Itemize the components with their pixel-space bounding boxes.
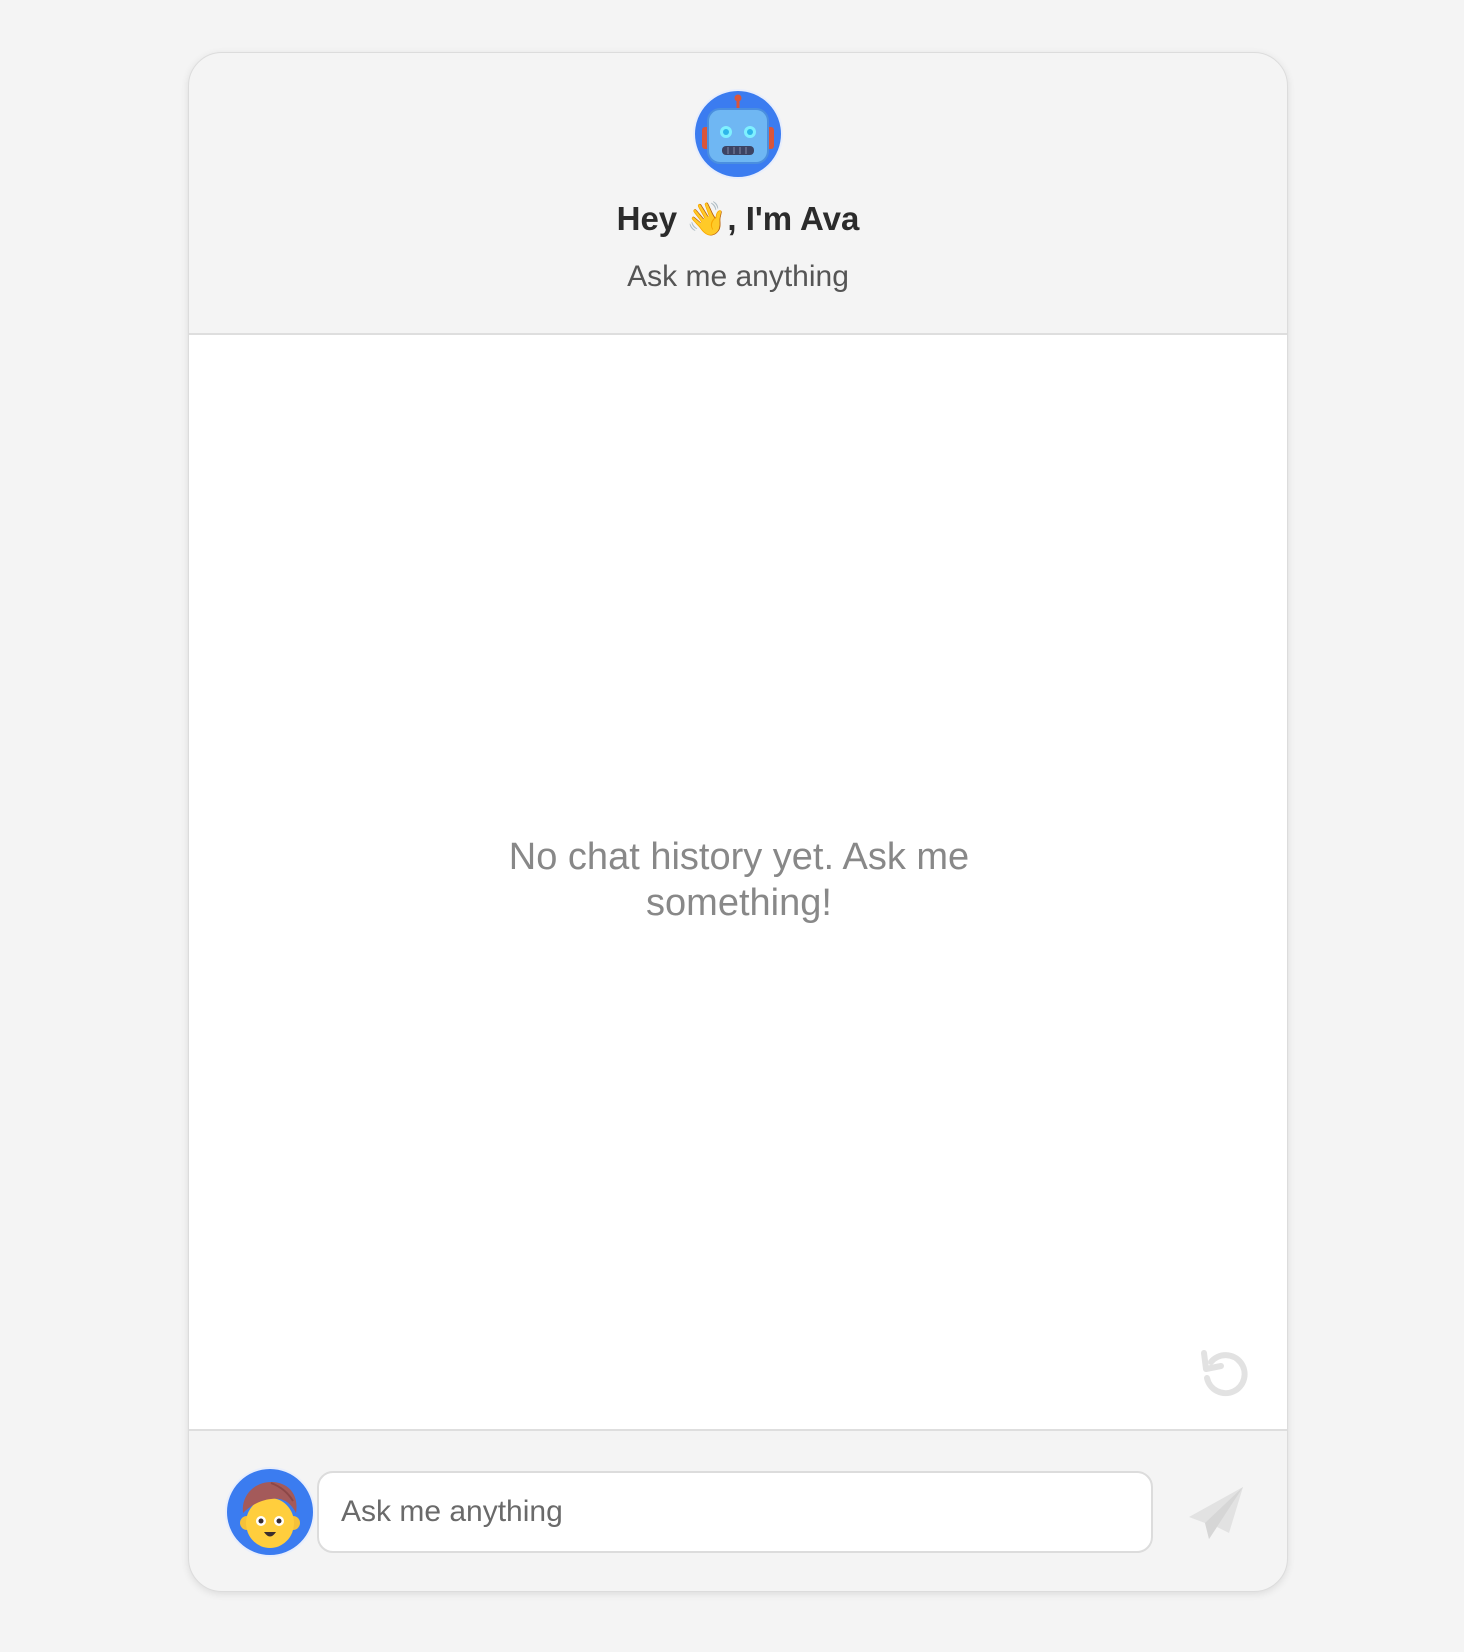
chat-header: Hey 👋, I'm Ava Ask me anything: [189, 53, 1287, 335]
message-list: No chat history yet. Ask me something!: [189, 335, 1287, 1431]
bot-avatar: [693, 89, 783, 179]
header-subtitle: Ask me anything: [627, 260, 849, 293]
robot-face-icon: [702, 94, 774, 164]
message-input[interactable]: [317, 1471, 1153, 1553]
reset-chat-button[interactable]: [1197, 1345, 1249, 1397]
message-composer: [189, 1431, 1287, 1591]
chat-widget: Hey 👋, I'm Ava Ask me anything No chat h…: [188, 52, 1288, 1592]
send-button[interactable]: [1185, 1483, 1247, 1543]
paper-plane-icon: [1189, 1487, 1243, 1539]
boy-face-icon: [240, 1481, 300, 1548]
refresh-icon: [1201, 1350, 1248, 1397]
user-avatar: [225, 1467, 315, 1557]
header-title: Hey 👋, I'm Ava: [616, 200, 860, 237]
empty-state-text: No chat history yet. Ask me something!: [508, 836, 970, 924]
